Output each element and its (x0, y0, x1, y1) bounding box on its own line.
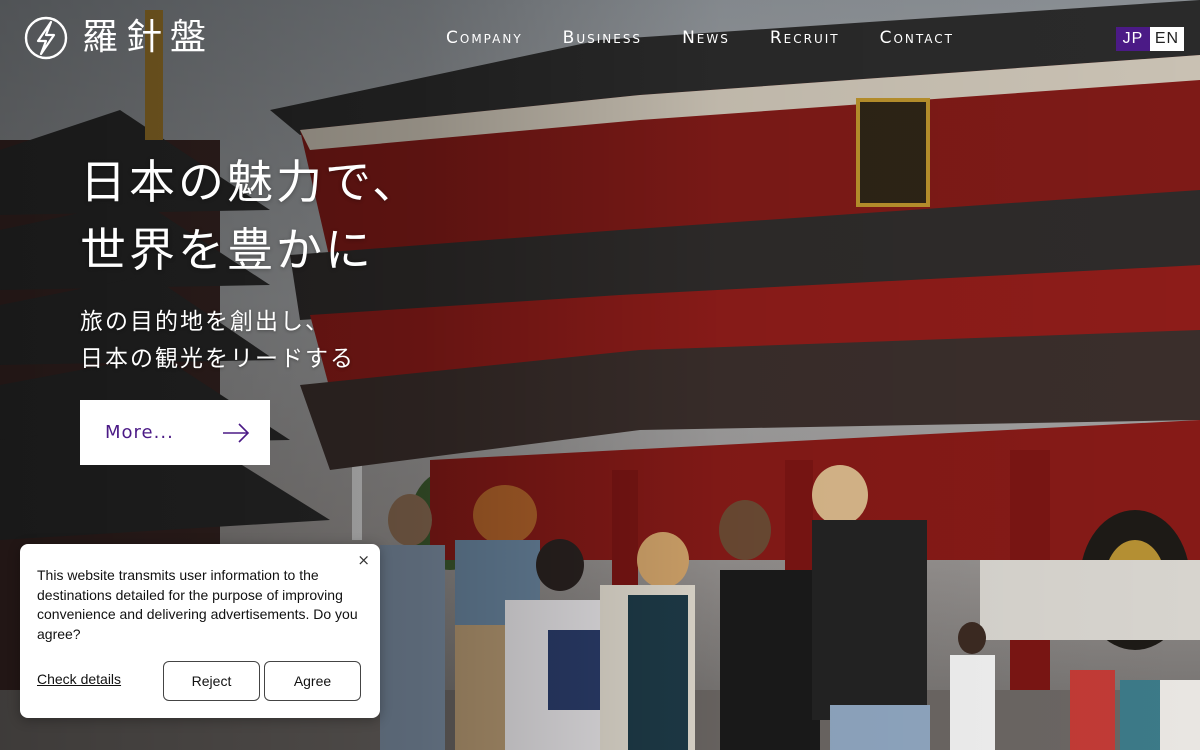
nav-contact[interactable]: Contact (880, 26, 954, 50)
arrow-right-icon (223, 422, 250, 443)
hero-headline: 日本の魅力で、 世界を豊かに (80, 148, 421, 284)
main-nav: Company Business News Recruit Contact (446, 26, 994, 50)
nav-business[interactable]: Business (563, 26, 642, 50)
lang-en-button[interactable]: EN (1150, 27, 1184, 51)
lang-jp-button[interactable]: JP (1116, 27, 1150, 51)
logo-text: 羅針盤 (82, 17, 215, 58)
nav-news[interactable]: News (682, 26, 730, 50)
site-header: 羅針盤 Company Business News Recruit Contac… (0, 0, 1200, 78)
agree-button[interactable]: Agree (264, 661, 361, 701)
cookie-message: This website transmits user information … (37, 567, 358, 642)
site-logo[interactable]: 羅針盤 (24, 16, 214, 60)
hero-subheadline: 旅の目的地を創出し、 日本の観光をリードする (80, 304, 355, 378)
compass-logo-icon (24, 16, 68, 60)
nav-recruit[interactable]: Recruit (770, 26, 840, 50)
subline-line-1: 旅の目的地を創出し、 (80, 309, 330, 335)
more-button[interactable]: More... (80, 400, 270, 465)
cookie-consent-dialog: × This website transmits user informatio… (20, 544, 380, 718)
language-switcher: JP EN (1116, 27, 1184, 51)
nav-company[interactable]: Company (446, 26, 523, 50)
subline-line-2: 日本の観光をリードする (80, 346, 355, 372)
headline-line-2: 世界を豊かに (80, 223, 374, 277)
reject-button[interactable]: Reject (163, 661, 260, 701)
more-button-label: More... (105, 422, 174, 443)
headline-line-1: 日本の魅力で、 (80, 155, 422, 209)
check-details-link[interactable]: Check details (37, 671, 121, 687)
